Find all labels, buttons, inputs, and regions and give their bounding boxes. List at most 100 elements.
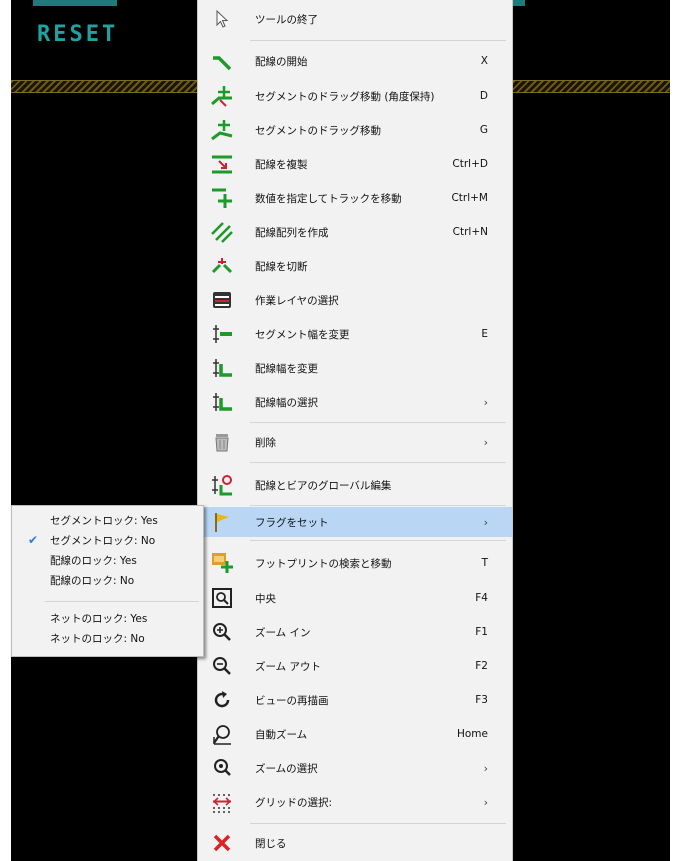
global-edit-icon	[210, 473, 234, 497]
menu-item-label: 数値を指定してトラックを移動	[255, 192, 402, 205]
footprint-move-icon	[210, 551, 234, 575]
menu-item-drag-free[interactable]: セグメントのドラッグ移動 G	[198, 115, 512, 145]
segment-width-icon	[210, 322, 234, 346]
menu-item-segment-width[interactable]: セグメント幅を変更 E	[198, 319, 512, 349]
checkmark-icon: ✔	[28, 533, 39, 547]
menu-item-shortcut: E	[481, 328, 488, 340]
canvas-trace-top-right	[513, 0, 525, 6]
canvas-trace-top-left	[33, 0, 117, 6]
menu-item-drag-45[interactable]: セグメントのドラッグ移動 (角度保持) D	[198, 81, 512, 111]
menu-item-track-width[interactable]: 配線幅を変更	[198, 353, 512, 383]
flags-submenu: セグメントロック: Yes ✔ セグメントロック: No 配線のロック: Yes…	[11, 505, 204, 657]
menu-item-shortcut: Ctrl+D	[452, 158, 488, 170]
submenu-item-label: ネットのロック: Yes	[50, 612, 148, 625]
menu-item-shortcut: F1	[475, 626, 488, 638]
close-icon	[210, 831, 234, 855]
drag-free-icon	[210, 118, 234, 142]
menu-item-label: セグメントのドラッグ移動	[255, 124, 381, 137]
menu-item-shortcut: Ctrl+N	[452, 226, 488, 238]
submenu-item-label: セグメントロック: No	[50, 534, 156, 547]
submenu-item-segment-lock-no[interactable]: ✔ セグメントロック: No	[12, 530, 203, 550]
chevron-right-icon: ›	[483, 395, 488, 409]
submenu-separator	[45, 601, 199, 602]
submenu-item-label: 配線のロック: No	[50, 574, 135, 587]
array-icon	[210, 220, 234, 244]
menu-item-redraw[interactable]: ビューの再描画 F3	[198, 685, 512, 715]
menu-item-label: ズーム イン	[255, 626, 311, 639]
layer-icon	[210, 288, 234, 312]
submenu-item-net-lock-yes[interactable]: ネットのロック: Yes	[12, 608, 203, 628]
menu-item-global-edit[interactable]: 配線とビアのグローバル編集	[198, 470, 512, 500]
flag-icon	[210, 510, 234, 534]
menu-item-delete[interactable]: 削除 ›	[198, 427, 512, 457]
menu-item-label: 作業レイヤの選択	[255, 294, 339, 307]
menu-item-shortcut: F4	[475, 592, 488, 604]
track-width-icon	[210, 356, 234, 380]
menu-item-label: 自動ズーム	[255, 728, 308, 741]
menu-item-break-track[interactable]: 配線を切断	[198, 251, 512, 281]
break-track-icon	[210, 254, 234, 278]
menu-item-shortcut: T	[481, 557, 488, 569]
zoom-out-icon	[210, 654, 234, 678]
menu-separator	[250, 540, 506, 541]
submenu-item-net-lock-no[interactable]: ネットのロック: No	[12, 628, 203, 648]
menu-item-label: ズームの選択	[255, 762, 318, 775]
route-track-icon	[210, 49, 234, 73]
menu-item-label: 配線を複製	[255, 158, 308, 171]
menu-item-move-exact[interactable]: 数値を指定してトラックを移動 Ctrl+M	[198, 183, 512, 213]
trash-icon	[210, 430, 234, 454]
menu-item-label: 中央	[255, 592, 276, 605]
submenu-item-track-lock-no[interactable]: 配線のロック: No	[12, 570, 203, 590]
menu-item-shortcut: Home	[456, 728, 488, 740]
menu-item-label: 配線を切断	[255, 260, 308, 273]
menu-item-zoom-out[interactable]: ズーム アウト F2	[198, 651, 512, 681]
chevron-right-icon: ›	[483, 795, 488, 809]
menu-item-close[interactable]: 閉じる	[198, 828, 512, 858]
submenu-item-track-lock-yes[interactable]: 配線のロック: Yes	[12, 550, 203, 570]
menu-item-label: セグメント幅を変更	[255, 328, 350, 341]
submenu-item-label: 配線のロック: Yes	[50, 554, 137, 567]
menu-item-label: 削除	[255, 436, 276, 449]
menu-item-duplicate[interactable]: 配線を複製 Ctrl+D	[198, 149, 512, 179]
menu-item-label: ズーム アウト	[255, 660, 322, 673]
menu-item-track-width-select[interactable]: 配線幅の選択 ›	[198, 387, 512, 417]
grid-icon	[210, 790, 234, 814]
menu-item-zoom-in[interactable]: ズーム イン F1	[198, 617, 512, 647]
menu-item-set-flags[interactable]: フラグをセット ›	[198, 507, 512, 537]
menu-item-zoom-fit[interactable]: 自動ズーム Home	[198, 719, 512, 749]
track-width-select-icon	[210, 390, 234, 414]
silkscreen-reset-label: RESET	[37, 22, 119, 47]
zoom-select-icon	[210, 756, 234, 780]
menu-item-label: 閉じる	[255, 837, 287, 850]
menu-item-label: 配線配列を作成	[255, 226, 329, 239]
menu-item-label: ビューの再描画	[255, 694, 329, 707]
menu-separator	[250, 505, 506, 506]
menu-item-shortcut: F2	[475, 660, 488, 672]
menu-item-array[interactable]: 配線配列を作成 Ctrl+N	[198, 217, 512, 247]
menu-item-grid-select[interactable]: グリッドの選択: ›	[198, 787, 512, 817]
drag-45-icon	[210, 84, 234, 108]
menu-item-route-track[interactable]: 配線の開始 X	[198, 46, 512, 76]
menu-item-label: フットプリントの検索と移動	[255, 557, 392, 570]
menu-item-shortcut: X	[480, 55, 488, 67]
menu-item-end-tool[interactable]: ツールの終了	[198, 4, 512, 34]
menu-item-label: フラグをセット	[255, 516, 329, 529]
menu-item-zoom-select[interactable]: ズームの選択 ›	[198, 753, 512, 783]
menu-item-zoom-center[interactable]: 中央 F4	[198, 583, 512, 613]
chevron-right-icon: ›	[483, 435, 488, 449]
submenu-item-segment-lock-yes[interactable]: セグメントロック: Yes	[12, 510, 203, 530]
redraw-icon	[210, 688, 234, 712]
menu-item-label: ツールの終了	[255, 13, 318, 26]
menu-item-select-layer[interactable]: 作業レイヤの選択	[198, 285, 512, 315]
menu-item-find-move-footprint[interactable]: フットプリントの検索と移動 T	[198, 548, 512, 578]
menu-item-label: セグメントのドラッグ移動 (角度保持)	[255, 90, 435, 103]
zoom-in-icon	[210, 620, 234, 644]
menu-separator	[250, 462, 506, 463]
duplicate-icon	[210, 152, 234, 176]
cursor-arrow-icon	[210, 7, 234, 31]
zoom-fit-icon	[210, 722, 234, 746]
zoom-center-icon	[210, 586, 234, 610]
chevron-right-icon: ›	[483, 515, 488, 529]
menu-item-shortcut: Ctrl+M	[451, 192, 488, 204]
menu-item-label: 配線幅を変更	[255, 362, 318, 375]
